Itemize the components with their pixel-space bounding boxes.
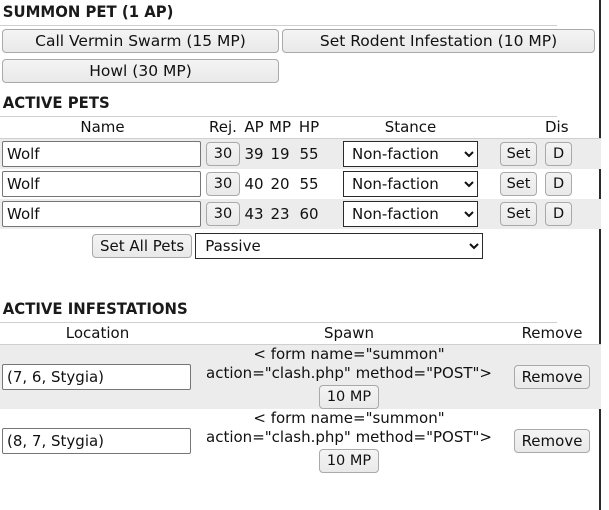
pet-set-cell: Set [496, 169, 541, 199]
infestations-header-row: Location Spawn Remove [0, 323, 601, 345]
column-header-rej: Rej. [205, 117, 241, 139]
pet-ap-value: 40 [244, 175, 264, 193]
pet-stance-cell: Non-faction [325, 169, 496, 199]
column-header-spawn: Spawn [195, 323, 503, 345]
dismiss-pet-button[interactable]: D [545, 172, 573, 196]
pet-set-cell: Set [496, 138, 541, 169]
spawn-form-raw-text: < form name="summon" action="clash.php" … [206, 345, 492, 382]
pet-name-input[interactable] [2, 141, 201, 167]
spawn-mp-button[interactable]: 10 MP [318, 449, 380, 473]
pet-stance-cell: Non-faction [325, 138, 496, 169]
call-vermin-swarm-button[interactable]: Call Vermin Swarm (15 MP) [2, 29, 279, 53]
spawn-mp-button[interactable]: 10 MP [318, 385, 380, 409]
dismiss-pet-button[interactable]: D [545, 202, 573, 226]
table-row: 30 43 23 60 Non-faction Set D [0, 199, 601, 229]
pet-rej-cell: 30 [205, 199, 241, 229]
column-header-ap: AP [241, 117, 267, 139]
rejuvenate-button[interactable]: 30 [205, 172, 241, 196]
pet-name-cell [0, 199, 205, 229]
remove-infestation-button[interactable]: Remove [513, 429, 591, 453]
column-header-mp: MP [267, 117, 293, 139]
set-all-pets-row: Set All Pets Passive [0, 229, 599, 261]
rejuvenate-button[interactable]: 30 [205, 202, 241, 226]
active-infestations-heading: ACTIVE INFESTATIONS [0, 297, 558, 323]
pet-rej-cell: 30 [205, 169, 241, 199]
pet-name-cell [0, 169, 205, 199]
table-row: 30 40 20 55 Non-faction Set D [0, 169, 601, 199]
pet-ap-value: 43 [241, 199, 267, 229]
infestation-remove-cell: Remove [503, 344, 601, 409]
table-row: < form name="summon" action="clash.php" … [0, 344, 601, 409]
summon-pet-ability-row-2: Howl (30 MP) [0, 53, 599, 83]
set-stance-button[interactable]: Set [499, 172, 538, 196]
pet-rej-cell: 30 [205, 138, 241, 169]
column-header-dismiss: Dis [541, 117, 601, 139]
table-row: < form name="summon" action="clash.php" … [0, 409, 601, 473]
infestation-location-input[interactable] [2, 428, 191, 454]
infestation-location-cell [0, 344, 195, 409]
pet-ap-value: 39 [241, 138, 267, 169]
active-pets-heading: ACTIVE PETS [0, 91, 558, 117]
column-header-hp: HP [293, 117, 325, 139]
pet-dismiss-cell: D [541, 199, 601, 229]
dismiss-pet-button[interactable]: D [545, 142, 573, 166]
active-pets-header-row: Name Rej. AP MP HP Stance Dis [0, 117, 601, 139]
infestation-spawn-cell: < form name="summon" action="clash.php" … [195, 409, 503, 473]
active-pets-table: Name Rej. AP MP HP Stance Dis 30 39 19 [0, 117, 601, 229]
spawn-form-raw-text: < form name="summon" action="clash.php" … [206, 409, 492, 446]
active-infestations-table: Location Spawn Remove < form name="summo… [0, 323, 601, 473]
pet-mp-value: 23 [267, 199, 293, 229]
pet-stance-select[interactable]: Non-faction [343, 171, 478, 197]
pet-hp-value: 60 [293, 199, 325, 229]
summon-pet-ability-row: Call Vermin Swarm (15 MP) Set Rodent Infe… [0, 26, 599, 53]
pet-stance-cell: Non-faction [325, 199, 496, 229]
set-all-pets-stance-select[interactable]: Passive [195, 233, 484, 259]
pet-mp-value: 19 [267, 138, 293, 169]
howl-button[interactable]: Howl (30 MP) [2, 59, 279, 83]
table-row: 30 39 19 55 Non-faction Set D [0, 138, 601, 169]
pet-hp-value: 55 [293, 138, 325, 169]
set-all-pets-button[interactable]: Set All Pets [92, 234, 193, 258]
pet-stance-select[interactable]: Non-faction [343, 201, 478, 227]
pet-name-cell [0, 138, 205, 169]
summon-pet-heading: SUMMON PET (1 AP) [0, 0, 558, 26]
infestation-spawn-cell: < form name="summon" action="clash.php" … [195, 344, 503, 409]
pet-name-input[interactable] [2, 171, 201, 197]
pet-dismiss-cell: D [541, 138, 601, 169]
set-rodent-infestation-button[interactable]: Set Rodent Infestation (10 MP) [282, 29, 595, 53]
column-header-stance: Stance [325, 117, 496, 139]
column-header-location: Location [0, 323, 195, 345]
pet-name-input[interactable] [2, 201, 201, 227]
rejuvenate-button[interactable]: 30 [205, 142, 241, 166]
column-header-remove: Remove [503, 323, 601, 345]
page-root: SUMMON PET (1 AP) Call Vermin Swarm (15 … [0, 0, 601, 510]
pet-set-cell: Set [496, 199, 541, 229]
infestation-location-cell [0, 409, 195, 473]
set-stance-button[interactable]: Set [499, 202, 538, 226]
infestation-location-input[interactable] [2, 364, 191, 390]
pet-dismiss-cell: D [541, 169, 601, 199]
infestation-remove-cell: Remove [503, 409, 601, 473]
pet-hp-value: 55 [299, 175, 319, 193]
pet-stance-select[interactable]: Non-faction [343, 141, 478, 167]
column-header-name: Name [0, 117, 205, 139]
pet-mp-value: 20 [270, 175, 290, 193]
remove-infestation-button[interactable]: Remove [513, 365, 591, 389]
set-stance-button[interactable]: Set [499, 142, 538, 166]
